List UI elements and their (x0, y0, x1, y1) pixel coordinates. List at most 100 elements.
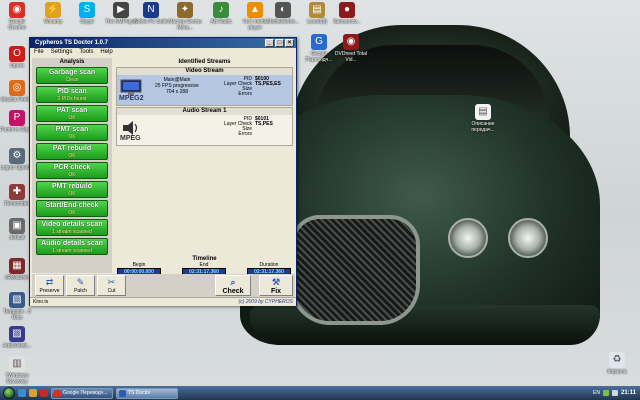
language-indicator[interactable]: EN (593, 390, 600, 396)
task-google-translate[interactable]: Google Переводч... (51, 387, 113, 399)
nokia-icon: N (143, 2, 159, 18)
scan-status: OK (68, 115, 76, 121)
analysis-panel: Analysis Garbage scan Clean PID scan 2 PIDs… (32, 58, 112, 273)
desktop-shortcut-label: Winamp (43, 19, 63, 25)
menu-help[interactable]: Help (100, 48, 112, 57)
video-stream-row[interactable]: MPEG2 Main@Main 25 FPS progressive 704 x… (117, 75, 292, 105)
scan-button-pat-rebuild[interactable]: PAT rebuild OK (36, 143, 108, 160)
scan-status: OK (68, 172, 76, 178)
desktop-shortcut[interactable]: G Google Переводч... (302, 34, 336, 63)
check-label: Check (222, 288, 244, 295)
desktop-shortcut[interactable]: S Skype (70, 2, 104, 25)
minimize-button[interactable]: _ (265, 39, 274, 47)
status-file: Kino.ts (33, 299, 49, 305)
menu-file[interactable]: File (34, 48, 44, 57)
wallpaper-car-headlight-right (508, 218, 548, 258)
ts-doctor-window[interactable]: Cypheros TS Doctor 1.0.7 _ □ × File Sett… (29, 37, 297, 306)
analysis-header: Analysis (59, 59, 85, 65)
default-icon: ▣ (9, 218, 25, 234)
desktop-shortcut[interactable]: ♻ Корзина (600, 352, 634, 375)
clock[interactable]: 21:11 (621, 390, 636, 396)
scan-title: PAT scan (56, 107, 88, 114)
google-translate-icon: G (311, 34, 327, 50)
opera-icon: O (9, 46, 25, 62)
scan-status: 1 stream scanned (52, 248, 92, 254)
desktop-shortcut-label: Google Chrome (8, 19, 26, 31)
scan-button-pmt-scan[interactable]: PMT scan OK (36, 124, 108, 141)
scan-list: Garbage scan Clean PID scan 2 PIDs found PAT… (32, 67, 112, 255)
desktop-shortcut[interactable]: ✦ Мастер Охоты Мега... (168, 2, 202, 31)
scan-button-video-details-scan[interactable]: Video details scan 1 stream scanned (36, 219, 108, 236)
menu-tools[interactable]: Tools (79, 48, 93, 57)
scan-button-pid-scan[interactable]: PID scan 2 PIDs found (36, 86, 108, 103)
fix-button[interactable]: ⚒ Fix (259, 275, 293, 296)
preserve-label: Preserve (39, 288, 60, 294)
window-titlebar[interactable]: Cypheros TS Doctor 1.0.7 _ □ × (30, 38, 296, 48)
desktop-shortcut[interactable]: ◐ MediaWorks... (266, 2, 300, 25)
quicklaunch-ie-icon[interactable] (18, 389, 26, 397)
desktop-shortcut[interactable]: ▥ 7Windows Recovery (0, 356, 34, 385)
scan-button-pmt-rebuild[interactable]: PMT rebuild OK (36, 181, 108, 198)
video-stream-box: Video Stream MPEG2 Main@Main 25 FPS prog… (116, 67, 293, 106)
desktop-shortcut-label: Корзина (607, 369, 627, 375)
timeline: Timeline Begin 00:00:00.000 End 02:31:17… (114, 256, 295, 276)
game-icon: ✦ (177, 2, 193, 18)
remember-icon: ✚ (9, 184, 25, 200)
addweb-icon: ▨ (9, 326, 25, 342)
recycle-bin-icon: ♻ (609, 352, 625, 368)
google-chrome-icon: ◉ (9, 2, 25, 18)
video-layer-value: TS,PES,ES (255, 81, 281, 87)
tool-bar: ⇄ Preserve ✎ Patch ✂ Cut ⌕ Check ⚒ Fix (32, 274, 295, 297)
audio-stream-header: Audio Stream 1 (117, 108, 292, 115)
desktop-shortcut-label: MediaWorks... (267, 19, 299, 25)
desktop-shortcut-label: VLC media player (242, 19, 268, 31)
start-button[interactable] (3, 387, 15, 399)
video-errors-label: Errors (238, 91, 252, 97)
desktop-shortcut[interactable]: ● Samsonov... (330, 2, 364, 25)
quicklaunch-folder-icon[interactable] (29, 389, 37, 397)
audio-stream-box: Audio Stream 1 MPEG PID Layer Check Size… (116, 107, 293, 146)
scan-button-audio-details-scan[interactable]: Audio details scan 1 stream scanned (36, 238, 108, 255)
fix-label: Fix (270, 288, 282, 295)
desktop-shortcut[interactable]: ▶ The KMPlayer (104, 2, 138, 25)
preserve-button[interactable]: ⇄ Preserve (35, 275, 64, 296)
scan-button-pcr-check[interactable]: PCR check OK (36, 162, 108, 179)
task-list: Google Переводч... TS Doctor (51, 387, 181, 399)
desktop-shortcut[interactable]: N Nokia PC Suite (134, 2, 168, 25)
maximize-button[interactable]: □ (275, 39, 284, 47)
audio-stream-row[interactable]: MPEG PID Layer Check Size Errors $0101 T… (117, 115, 292, 145)
status-copyright: (c) 2009 by CYPHEROS (238, 299, 293, 305)
winamp-icon: ⚡ (45, 2, 61, 18)
video-stream-header: Video Stream (117, 68, 292, 75)
check-button[interactable]: ⌕ Check (215, 275, 251, 296)
tray-volume-icon[interactable] (611, 390, 618, 396)
scan-status: OK (68, 134, 76, 140)
quicklaunch-media-icon[interactable] (40, 389, 48, 397)
scan-button-pat-scan[interactable]: PAT scan OK (36, 105, 108, 122)
scan-button-start-end-check[interactable]: Start/End check OK (36, 200, 108, 217)
close-button[interactable]: × (285, 39, 294, 47)
desktop-shortcut-label: Loarel(3) (306, 19, 327, 25)
desktop-shortcut-label: Мастер Охоты Мега... (168, 19, 202, 31)
menu-settings[interactable]: Settings (51, 48, 73, 57)
task-ts-doctor[interactable]: TS Doctor (116, 387, 178, 399)
skype-icon: S (79, 2, 95, 18)
desktop-shortcut[interactable]: ◉ DVDneet Total Vid... (334, 34, 368, 63)
desktop-shortcut-label: Samsonov... (333, 19, 361, 25)
desktop-shortcut[interactable]: ▤ Loarel(3) (300, 2, 334, 25)
desktop-shortcut[interactable]: ◉ Google Chrome (0, 2, 34, 31)
desktop-shortcut[interactable]: ▨ AddWebsit... (0, 326, 34, 349)
desktop-shortcut-label: The KMPlayer (105, 19, 137, 25)
cut-button[interactable]: ✂ Cut (97, 275, 126, 296)
audio-errors-label: Errors (238, 131, 252, 137)
tray-network-icon[interactable] (602, 390, 609, 396)
patch-button[interactable]: ✎ Patch (66, 275, 95, 296)
desktop-shortcut[interactable]: ♪ AB Radio (204, 2, 238, 25)
samsonov-icon: ● (339, 2, 355, 18)
scan-status: OK (68, 191, 76, 197)
scan-button-garbage-scan[interactable]: Garbage scan Clean (36, 67, 108, 84)
desktop-shortcut-label: AddWebsit... (2, 343, 32, 349)
scan-title: Garbage scan (48, 69, 96, 76)
desktop-shortcut[interactable]: ▤ Описание передач... (466, 104, 500, 133)
desktop-shortcut[interactable]: ⚡ Winamp (36, 2, 70, 25)
